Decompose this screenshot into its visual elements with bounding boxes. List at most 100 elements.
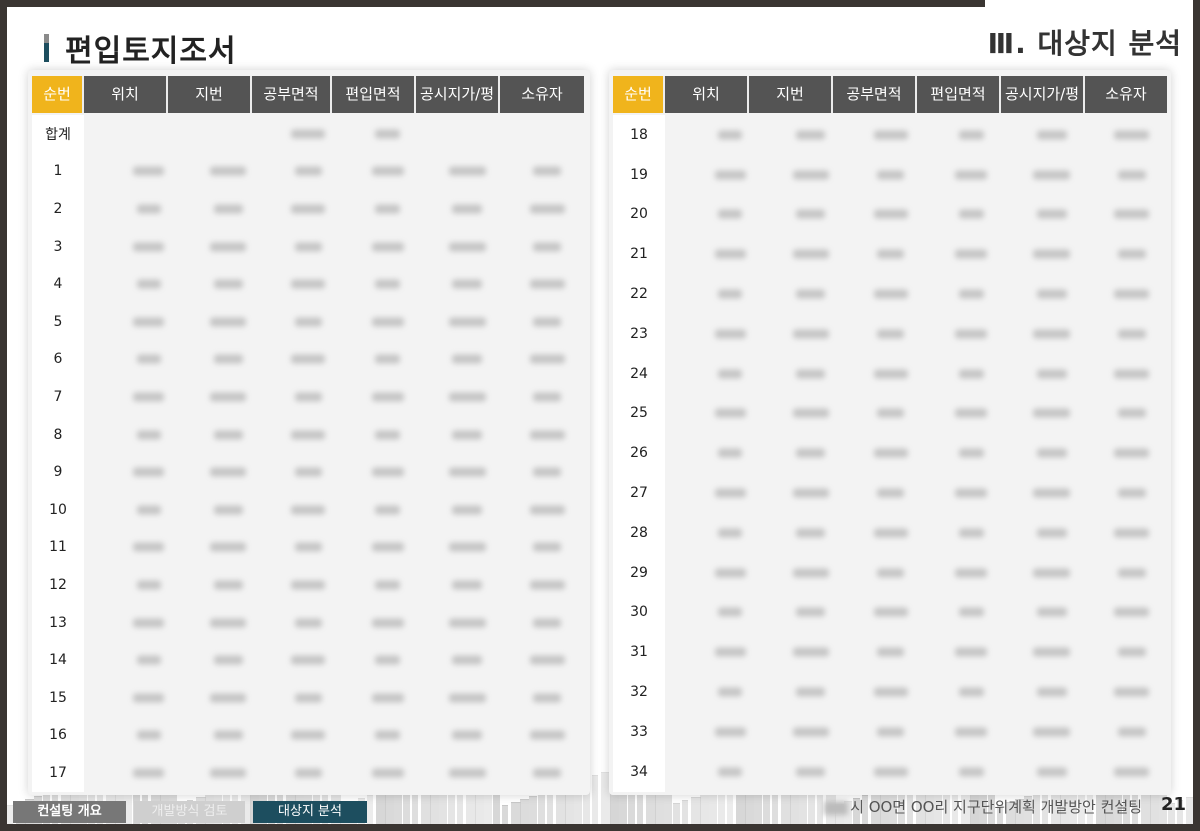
table-row: 20 xyxy=(613,194,1150,235)
redacted-value xyxy=(452,279,483,289)
redacted-value xyxy=(873,289,908,299)
redacted-value xyxy=(291,354,326,364)
redacted-value xyxy=(958,528,984,538)
redacted-value xyxy=(529,655,565,665)
redacted-value xyxy=(955,249,988,259)
redacted-value xyxy=(133,542,165,552)
redacted-value xyxy=(1036,528,1067,538)
redacted-value xyxy=(533,242,562,252)
redacted-value xyxy=(529,354,565,364)
redacted-value xyxy=(452,730,483,740)
redacted-value xyxy=(529,204,565,214)
redacted-value xyxy=(796,209,826,219)
column-header: 소유자 xyxy=(500,76,584,113)
redacted-value xyxy=(448,618,486,628)
building-silhouette xyxy=(502,805,508,824)
redacted-value xyxy=(533,166,562,176)
redacted-value xyxy=(1117,568,1146,578)
row-number: 29 xyxy=(613,552,665,593)
land-table-right: 순번 위치 지번 공부면적 편입면적 공시지가/평 소유자 18 19 20 21 22… xyxy=(609,70,1171,795)
footer-caption-text: 시 OO면 OO리 지구단위계획 개발방안 컨설팅 xyxy=(850,798,1142,816)
redacted-value xyxy=(294,317,322,327)
redacted-value xyxy=(792,488,829,498)
redacted-value xyxy=(873,448,908,458)
redacted-value xyxy=(294,467,322,477)
title-area: 편입토지조서 xyxy=(44,26,237,70)
redacted-value xyxy=(375,354,401,364)
row-number: 12 xyxy=(32,566,84,604)
tab-consulting-overview[interactable]: 컨설팅 개요 xyxy=(13,801,126,823)
redacted-value xyxy=(1036,369,1067,379)
frame-right xyxy=(1193,0,1200,831)
redacted-value xyxy=(792,568,829,578)
redacted-value xyxy=(448,317,486,327)
redacted-value xyxy=(718,369,743,379)
redacted-value xyxy=(294,392,322,402)
redacted-value xyxy=(873,767,908,777)
row-number: 10 xyxy=(32,490,84,529)
table-row: 21 xyxy=(613,234,1146,275)
column-header: 편입면적 xyxy=(332,76,416,113)
table-row: 23 xyxy=(613,313,1146,354)
redacted-value xyxy=(291,204,326,214)
redacted-value xyxy=(448,392,486,402)
redacted-value xyxy=(796,687,826,697)
building-silhouette xyxy=(1186,797,1193,824)
redacted-value xyxy=(1033,170,1071,180)
redacted-value xyxy=(955,727,988,737)
redacted-value xyxy=(955,568,988,578)
redacted-value xyxy=(958,448,984,458)
column-header: 위치 xyxy=(84,76,168,113)
redacted-value xyxy=(375,505,401,515)
table-row: 33 xyxy=(613,711,1146,752)
redacted-value xyxy=(1114,130,1150,140)
tab-development-review[interactable]: 개발방식 검토 xyxy=(134,801,245,823)
redacted-text xyxy=(824,800,849,815)
redacted-value xyxy=(1114,528,1150,538)
table-row: 7 xyxy=(32,378,562,416)
table-row: 12 xyxy=(32,566,565,604)
redacted-value xyxy=(1036,687,1067,697)
redacted-value xyxy=(955,329,988,339)
redacted-value xyxy=(718,130,743,140)
redacted-value xyxy=(873,607,908,617)
redacted-value xyxy=(958,687,984,697)
redacted-value xyxy=(877,727,905,737)
row-number: 18 xyxy=(613,115,665,155)
redacted-value xyxy=(873,209,908,219)
table-row: 31 xyxy=(613,632,1146,673)
row-number: 4 xyxy=(32,265,84,303)
building-silhouette xyxy=(529,796,537,824)
table-row: 17 xyxy=(32,754,562,792)
column-header: 위치 xyxy=(665,76,749,113)
redacted-value xyxy=(136,430,161,440)
table-row: 32 xyxy=(613,672,1150,712)
row-number: 13 xyxy=(32,603,84,642)
tab-site-analysis[interactable]: 대상지 분석 xyxy=(253,801,367,823)
section-title: Ⅲ. 대상지 분석 xyxy=(987,27,1182,60)
title-marker xyxy=(44,34,49,62)
table-row: 26 xyxy=(613,433,1150,474)
row-number: 22 xyxy=(613,274,665,314)
redacted-value xyxy=(1036,448,1067,458)
redacted-value xyxy=(136,730,161,740)
row-number: 33 xyxy=(613,711,665,752)
redacted-value xyxy=(213,730,243,740)
redacted-value xyxy=(714,408,746,418)
table-row: 1 xyxy=(32,152,562,191)
column-header: 공부면적 xyxy=(252,76,332,113)
row-number: 15 xyxy=(32,678,84,717)
table-header: 순번 위치 지번 공부면적 편입면적 공시지가/평 소유자 xyxy=(613,76,1167,113)
row-number: 6 xyxy=(32,340,84,379)
redacted-value xyxy=(796,448,826,458)
redacted-value xyxy=(796,289,826,299)
table-row: 2 xyxy=(32,190,565,228)
redacted-value xyxy=(371,317,404,327)
redacted-value xyxy=(136,279,161,289)
redacted-value xyxy=(877,568,905,578)
redacted-value xyxy=(792,170,829,180)
redacted-value xyxy=(1033,249,1071,259)
redacted-value xyxy=(714,647,746,657)
building-silhouette xyxy=(682,800,688,824)
redacted-value xyxy=(533,542,562,552)
